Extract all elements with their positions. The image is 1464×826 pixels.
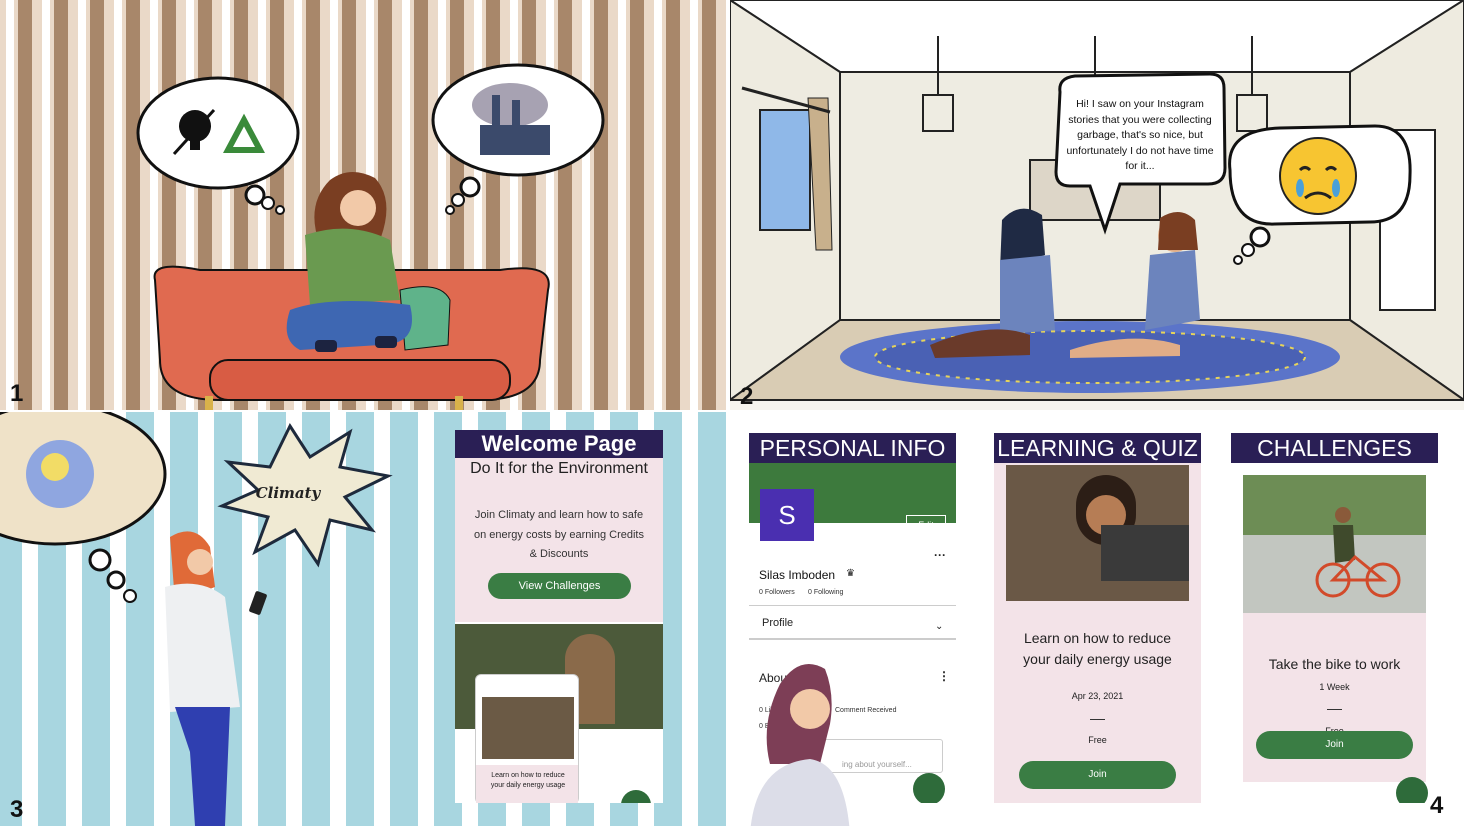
learning-join-button[interactable]: Join — [1019, 761, 1176, 789]
more-dots-icon[interactable]: ··· — [934, 548, 946, 562]
mini-phone-text: Learn on how to reduce your daily energy… — [490, 772, 566, 789]
challenge-duration: 1 Week — [1319, 682, 1350, 692]
panel-1-scene: 1 — [0, 0, 728, 410]
bike-photo — [1243, 475, 1426, 613]
edit-button[interactable]: Edit — [906, 515, 946, 535]
chevron-down-icon[interactable]: ⌄ — [935, 621, 943, 632]
panel-1-illustration — [6, 0, 728, 410]
panel-2-scene: Hi! I saw on your Instagram stories that… — [730, 0, 1464, 410]
panel-number: 3 — [10, 796, 24, 823]
learning-photo — [1006, 465, 1189, 601]
view-challenges-button[interactable]: View Challenges — [488, 573, 631, 599]
learning-quiz-card: LEARNING & QUIZ Learn on how to reduce y… — [994, 433, 1201, 803]
challenge-text: Take the bike to work — [1268, 656, 1401, 672]
panel-4-scene: PERSONAL INFO S Edit ··· Silas Imboden ♛… — [730, 412, 1464, 826]
speech-bubble-text: Hi! I saw on your Instagram stories that… — [1066, 98, 1214, 172]
factory-icon — [472, 83, 550, 155]
panel-number: 2 — [740, 383, 754, 410]
learning-text: Learn on how to reduce your daily energy… — [1023, 630, 1172, 667]
crying-face-icon — [1279, 137, 1357, 215]
panel-number: 4 — [1430, 792, 1444, 819]
chat-icon[interactable] — [621, 790, 651, 803]
panel-3-scene: Climaty Welcome Page Do It for the Envir… — [0, 412, 728, 826]
learning-price: Free — [1088, 735, 1107, 745]
panel-number: 1 — [10, 380, 24, 407]
followers-count[interactable]: 0 Followers — [759, 589, 795, 596]
crown-icon: ♛ — [846, 568, 855, 579]
climaty-logo: Climaty — [255, 484, 321, 502]
welcome-subtitle: Do It for the Environment — [470, 460, 648, 477]
learning-date: Apr 23, 2021 — [1071, 691, 1124, 701]
welcome-body: Join Climaty and learn how to safe on en… — [474, 509, 644, 560]
profile-tab[interactable]: Profile — [762, 617, 793, 629]
avatar: S — [760, 489, 814, 541]
panel-2-illustration — [730, 0, 1464, 402]
personal-info-header: PERSONAL INFO — [759, 435, 946, 461]
profile-name: Silas Imboden — [759, 568, 836, 582]
challenges-card: CHALLENGES Take the bike to work 1 Week … — [1231, 433, 1438, 803]
challenge-join-button[interactable]: Join — [1256, 731, 1413, 759]
welcome-title: Welcome Page — [455, 430, 663, 458]
woman-sad — [286, 171, 412, 352]
learning-header: LEARNING & QUIZ — [994, 433, 1201, 463]
chat-icon[interactable] — [1396, 777, 1428, 803]
following-count[interactable]: 0 Following — [808, 589, 843, 596]
mini-phone-mockup: Learn on how to reduce your daily energy… — [475, 674, 579, 803]
welcome-page-mockup: Welcome Page Do It for the Environment J… — [455, 430, 663, 803]
chat-icon[interactable] — [913, 773, 945, 803]
challenges-header: CHALLENGES — [1231, 433, 1438, 463]
woman-bust-illustration — [750, 664, 850, 826]
about-more-icon[interactable]: ⋮ — [938, 669, 950, 683]
